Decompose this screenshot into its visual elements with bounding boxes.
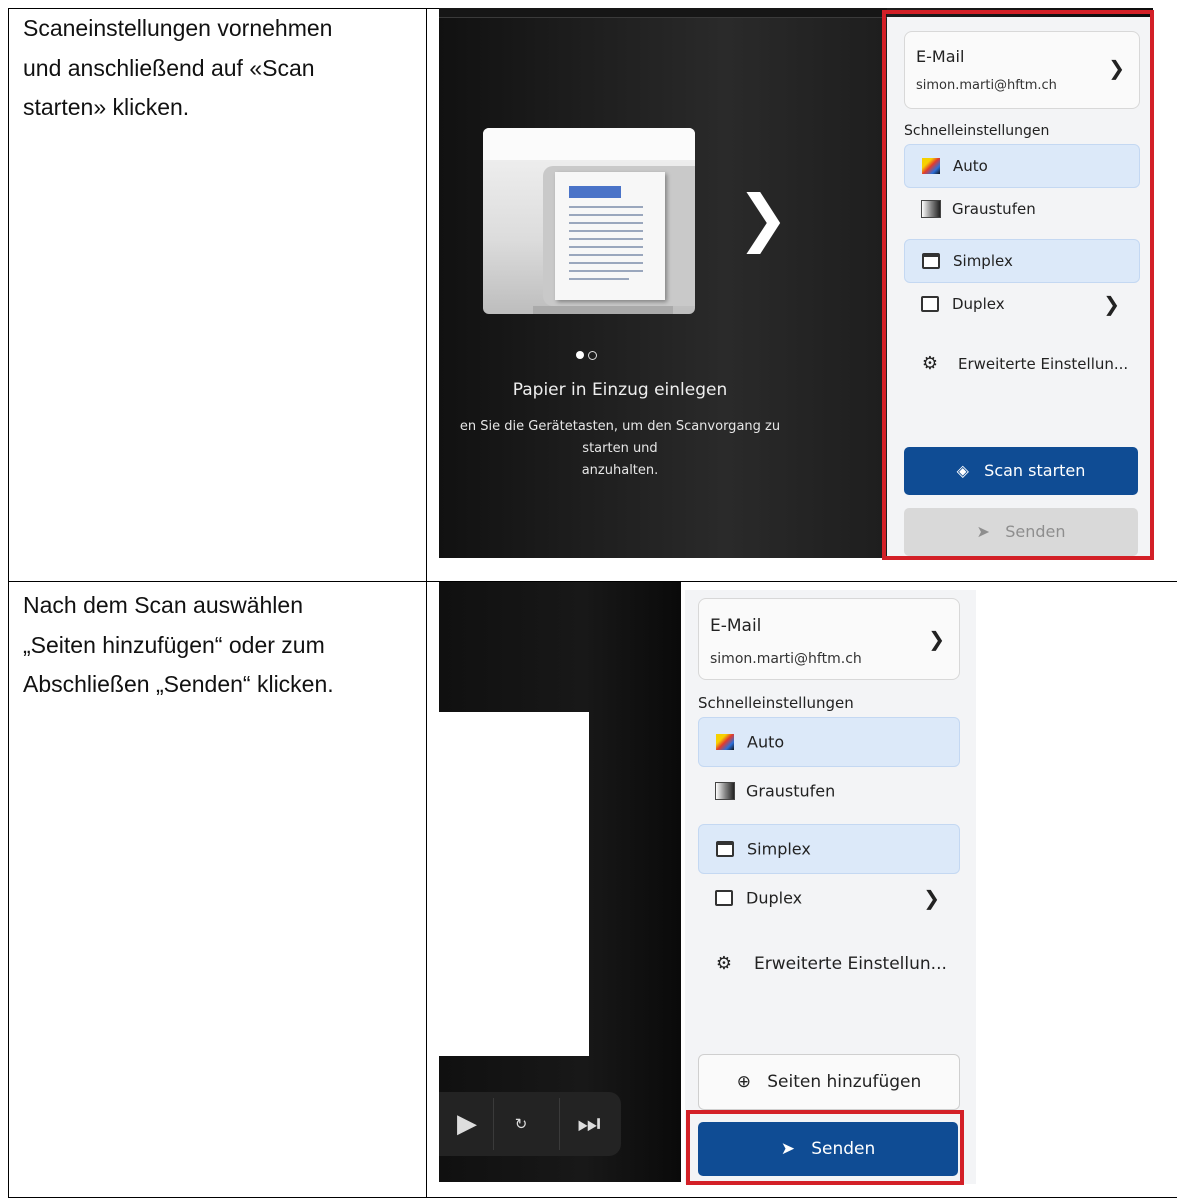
add-pages-label: Seiten hinzufügen	[767, 1072, 922, 1092]
instruction-line: und anschließend auf «Scan	[23, 54, 315, 81]
option-label: Simplex	[747, 839, 811, 859]
option-simplex[interactable]: Simplex	[698, 824, 960, 874]
duplex-icon	[715, 890, 733, 906]
option-label: Auto	[747, 732, 785, 752]
page-dot-inactive	[588, 351, 597, 360]
scanned-page-preview	[439, 712, 589, 1056]
destination-email: simon.marti@hftm.ch	[710, 651, 862, 667]
advanced-settings-label: Erweiterte Einstellun...	[754, 954, 947, 974]
playback-controls: ▶ ↻ ⏭	[439, 1092, 621, 1156]
feeder-instruction-line: anzuhalten.	[581, 463, 659, 478]
document-feeder-illustration	[483, 128, 695, 318]
feeder-instruction-title: Papier in Einzug einlegen	[512, 380, 728, 400]
step-2-instruction: Nach dem Scan auswählen „Seiten hinzufüg…	[23, 586, 403, 705]
advanced-settings-item[interactable]: ⚙ Erweiterte Einstellun...	[698, 940, 958, 988]
skip-to-end-icon[interactable]: ⏭	[563, 1092, 615, 1156]
gear-icon: ⚙	[715, 953, 733, 974]
color-icon	[716, 734, 734, 750]
destination-card[interactable]: E-Mail simon.marti@hftm.ch ❯	[698, 598, 960, 680]
instruction-line: Abschließen „Senden“ klicken.	[23, 671, 334, 697]
chevron-right-icon: ❯	[923, 886, 940, 910]
chevron-right-icon: ❯	[928, 627, 945, 651]
option-label: Duplex	[746, 888, 803, 908]
instruction-line: „Seiten hinzufügen“ oder zum	[23, 631, 325, 658]
simplex-icon	[716, 841, 734, 857]
page-indicator	[576, 350, 608, 362]
table-border-bottom	[8, 1197, 1177, 1198]
page-dot-active	[576, 351, 584, 359]
destination-label: E-Mail	[710, 616, 762, 636]
scan-settings-panel: E-Mail simon.marti@hftm.ch ❯ Schnelleins…	[685, 590, 976, 1184]
highlight-box-settings	[882, 10, 1154, 560]
highlight-box-send	[686, 1110, 964, 1185]
feeder-instruction-line: en Sie die Gerätetasten, um den Scanvorg…	[459, 419, 781, 456]
option-duplex[interactable]: Duplex ❯	[698, 874, 958, 922]
instruction-line: starten» klicken.	[23, 94, 190, 120]
table-column-divider	[426, 8, 427, 1198]
skip-forward-10-icon[interactable]: ↻	[495, 1092, 547, 1156]
option-label: Graustufen	[746, 781, 836, 801]
add-pages-button[interactable]: ⊕ Seiten hinzufügen	[698, 1054, 960, 1110]
quick-settings-title: Schnelleinstellungen	[698, 694, 854, 712]
scanner-screen-2: ▶ ↻ ⏭ E-Mail simon.marti@hftm.ch ❯ Schne…	[439, 582, 976, 1184]
option-grayscale[interactable]: Graustufen	[698, 767, 958, 815]
play-icon[interactable]: ▶	[441, 1092, 493, 1156]
feeder-instruction-text: en Sie die Gerätetasten, um den Scanvorg…	[439, 416, 801, 482]
plus-circle-icon: ⊕	[736, 1072, 751, 1092]
top-bar	[439, 8, 887, 18]
instruction-line: Scaneinstellungen vornehmen	[23, 15, 333, 41]
grayscale-icon	[715, 782, 735, 800]
next-page-chevron-icon[interactable]: ❯	[737, 187, 789, 249]
step-1-instruction: Scaneinstellungen vornehmen und anschlie…	[23, 9, 403, 128]
instruction-line: Nach dem Scan auswählen	[23, 592, 303, 618]
table-border-left	[8, 8, 9, 1198]
option-auto[interactable]: Auto	[698, 717, 960, 767]
